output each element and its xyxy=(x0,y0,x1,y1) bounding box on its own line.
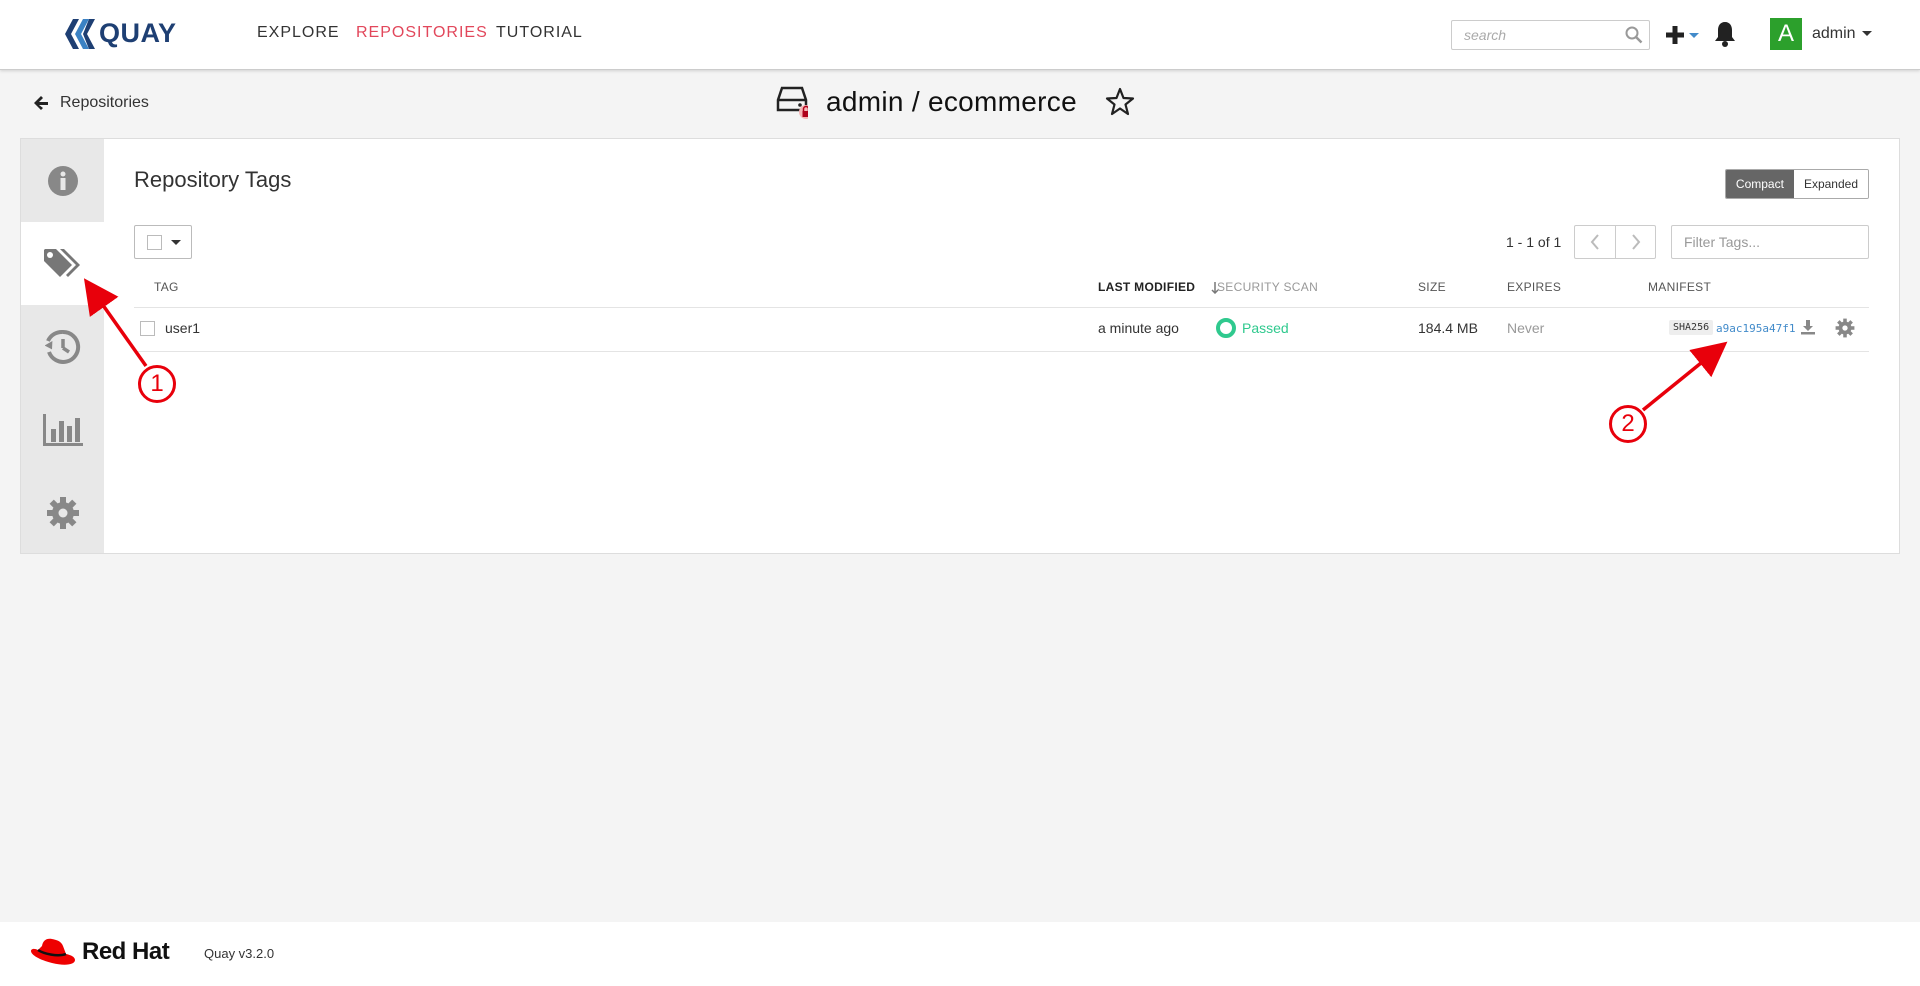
manifest-algorithm-badge: SHA256 xyxy=(1669,320,1714,335)
row-checkbox[interactable] xyxy=(140,321,155,336)
expires-value[interactable]: Never xyxy=(1507,320,1544,336)
avatar[interactable]: A xyxy=(1770,18,1802,50)
annotation-marker-1: 1 xyxy=(138,365,176,403)
search-icon[interactable] xyxy=(1625,26,1643,44)
tab-information[interactable] xyxy=(21,139,104,222)
filter-tags-box xyxy=(1671,225,1869,259)
tags-icon xyxy=(43,248,80,277)
bulk-select-dropdown[interactable] xyxy=(134,225,192,259)
user-menu[interactable]: admin xyxy=(1812,25,1872,43)
search-box xyxy=(1451,20,1650,50)
tags-content: Repository Tags Compact Expanded 1 - 1 o… xyxy=(104,139,1899,553)
repository-name: admin / ecommerce xyxy=(826,86,1077,117)
next-page-button[interactable] xyxy=(1615,226,1655,258)
chevron-down-icon xyxy=(1689,32,1699,38)
security-scan-label: Passed xyxy=(1242,320,1289,336)
tag-name[interactable]: user1 xyxy=(165,320,200,336)
tab-tags[interactable] xyxy=(21,222,104,305)
column-header-size[interactable]: SIZE xyxy=(1418,280,1446,294)
column-header-security-scan[interactable]: SECURITY SCAN xyxy=(1217,280,1318,294)
manifest-digest-link[interactable]: a9ac195a47f1 xyxy=(1716,322,1795,335)
column-header-tag[interactable]: TAG xyxy=(154,280,179,294)
create-new-button[interactable] xyxy=(1665,22,1701,48)
annotation-marker-2: 2 xyxy=(1609,405,1647,443)
nav-explore[interactable]: EXPLORE xyxy=(257,24,340,42)
table-divider xyxy=(134,351,1869,352)
settings-icon xyxy=(46,496,79,529)
size-value: 184.4 MB xyxy=(1418,320,1478,336)
chevron-down-icon xyxy=(171,239,181,245)
page-title: Repository Tags xyxy=(134,167,292,192)
back-link-label: Repositories xyxy=(60,94,149,111)
chevron-right-icon xyxy=(1631,234,1640,250)
redhat-hat-icon xyxy=(31,938,75,965)
view-compact-button[interactable]: Compact xyxy=(1725,170,1794,198)
side-tab-bar xyxy=(21,139,104,553)
usage-chart-icon xyxy=(42,413,83,446)
info-icon xyxy=(47,165,78,196)
top-navbar: QUAY EXPLORE REPOSITORIES TUTORIAL A adm… xyxy=(0,0,1920,70)
private-repository-icon xyxy=(776,86,808,119)
view-expanded-button[interactable]: Expanded xyxy=(1793,170,1868,198)
repository-title: admin / ecommerce xyxy=(776,84,1135,120)
quay-logo-text: QUAY xyxy=(99,18,177,48)
arrow-left-icon xyxy=(34,96,48,110)
column-header-manifest: MANIFEST xyxy=(1648,280,1712,294)
pagination-count: 1 - 1 of 1 xyxy=(1506,234,1562,250)
repository-panel: Repository Tags Compact Expanded 1 - 1 o… xyxy=(20,138,1900,554)
redhat-logo-text: Red Hat xyxy=(82,938,170,965)
footer: Red Hat Quay v3.2.0 xyxy=(0,922,1920,986)
column-header-expires[interactable]: EXPIRES xyxy=(1507,280,1561,294)
nav-repositories[interactable]: REPOSITORIES xyxy=(356,24,488,42)
scan-passed-icon xyxy=(1216,318,1236,338)
redhat-logo[interactable]: Red Hat xyxy=(30,936,170,968)
view-mode-toggle: Compact Expanded xyxy=(1724,169,1869,199)
filter-tags-input[interactable] xyxy=(1672,226,1868,258)
chevron-down-icon xyxy=(1861,31,1872,37)
star-icon[interactable] xyxy=(1105,87,1135,117)
security-scan-status[interactable]: Passed xyxy=(1216,318,1289,338)
tab-usage-logs[interactable] xyxy=(21,388,104,471)
plus-icon xyxy=(1666,26,1684,44)
quay-logo-icon xyxy=(65,18,95,49)
download-icon[interactable] xyxy=(1800,319,1816,335)
last-modified-value: a minute ago xyxy=(1098,320,1179,336)
user-name-label: admin xyxy=(1812,25,1856,42)
tab-settings[interactable] xyxy=(21,471,104,554)
column-header-last-modified[interactable]: LAST MODIFIED xyxy=(1098,280,1219,294)
nav-tutorial[interactable]: TUTORIAL xyxy=(496,24,583,42)
notifications-bell-icon[interactable] xyxy=(1713,20,1737,48)
chevron-left-icon xyxy=(1590,234,1599,250)
previous-page-button[interactable] xyxy=(1575,226,1615,258)
tag-options-gear-icon[interactable] xyxy=(1835,318,1855,338)
pagination-controls xyxy=(1574,225,1656,259)
search-input[interactable] xyxy=(1452,21,1612,49)
select-all-checkbox[interactable] xyxy=(147,234,162,250)
quay-logo[interactable]: QUAY xyxy=(63,18,177,49)
column-header-last-modified-label: LAST MODIFIED xyxy=(1098,280,1196,294)
history-icon xyxy=(44,329,80,364)
table-divider xyxy=(134,307,1869,308)
tab-history[interactable] xyxy=(21,305,104,388)
version-label: Quay v3.2.0 xyxy=(204,946,275,961)
back-to-repositories-link[interactable]: Repositories xyxy=(34,94,149,112)
